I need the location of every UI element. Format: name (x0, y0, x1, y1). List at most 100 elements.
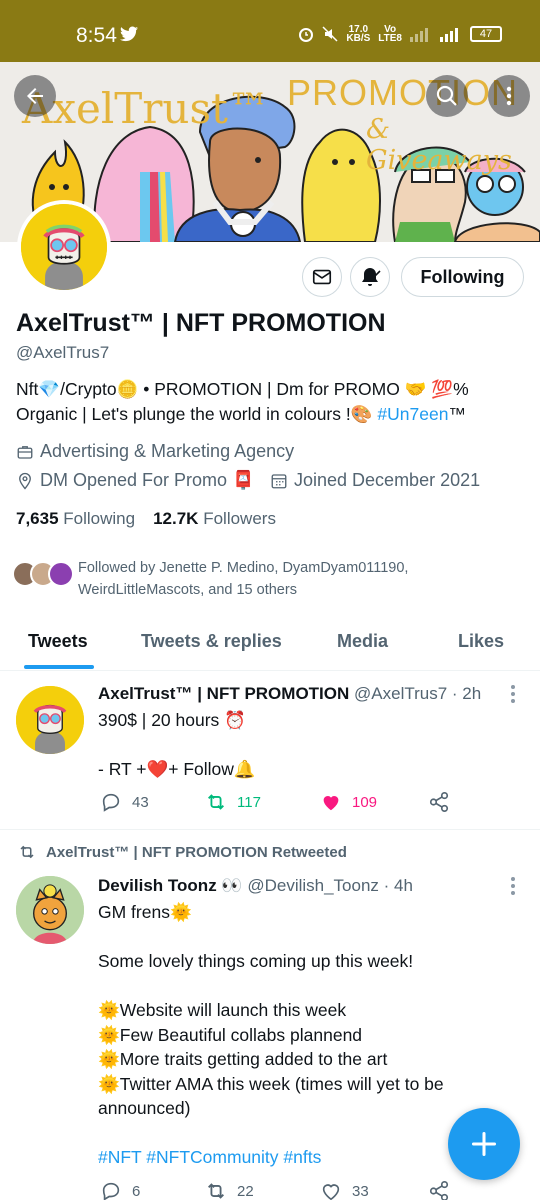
bio-tm: ™ (448, 404, 466, 424)
location-text: DM Opened For Promo 📮 (40, 470, 255, 490)
retweet-button[interactable]: 22 (205, 1180, 254, 1200)
following-count-link[interactable]: 7,635 Following (16, 509, 135, 529)
network-speed: 17.0 KB/S (346, 24, 371, 44)
follow-counts: 7,635 Following 12.7K Followers (16, 509, 276, 529)
retweet-icon (208, 1183, 224, 1199)
banner-logo-text: AxelTrust™ (22, 84, 270, 133)
tweet-divider (0, 829, 540, 830)
tweet-actions: 43 117 109 (98, 791, 468, 815)
search-button[interactable] (426, 75, 468, 117)
status-bar: 8:54 17.0 KB/S Vo LTE8 47 (0, 0, 540, 62)
mute-icon (322, 26, 338, 42)
twitter-bird-icon (120, 26, 138, 42)
profile-category: Advertising & Marketing Agency (16, 441, 294, 462)
tweet-line: - RT +❤️+ Follow🔔 (98, 759, 256, 779)
alarm-icon (299, 28, 314, 42)
tweet-author-avatar[interactable] (16, 686, 84, 754)
mail-icon (312, 269, 332, 285)
following-label: Following (63, 509, 136, 528)
tab-media[interactable]: Media (337, 631, 388, 652)
like-button[interactable]: 109 (320, 791, 377, 813)
tweet-author-meta: @Devilish_Toonz · 4h (247, 876, 413, 895)
compose-plus-icon (471, 1131, 497, 1157)
retweet-icon (20, 845, 34, 859)
more-vertical-icon[interactable] (510, 876, 516, 896)
tweet-line: Some lovely things coming up this week! (98, 951, 414, 971)
heart-icon (323, 796, 339, 811)
tweet-line: 🌞Website will launch this week (98, 1000, 347, 1020)
tab-tweets-replies[interactable]: Tweets & replies (141, 631, 282, 652)
back-arrow-icon (27, 88, 43, 104)
retweet-button[interactable]: 117 (205, 791, 261, 813)
message-button[interactable] (302, 257, 342, 297)
tweet-line: 🌞Few Beautiful collabs plannend (98, 1024, 363, 1045)
followers-count: 12.7K (153, 509, 199, 528)
tweet-text: 390$ | 20 hours ⏰ - RT +❤️+ Follow🔔 (98, 708, 518, 782)
more-vertical-icon[interactable] (510, 684, 516, 704)
profile-location: DM Opened For Promo 📮 (16, 470, 254, 491)
back-button[interactable] (14, 75, 56, 117)
status-time: 8:54 (76, 24, 117, 47)
tweet-author-meta: @AxelTrus7 · 2h (354, 684, 482, 703)
following-button[interactable]: Following (401, 257, 524, 297)
category-text: Advertising & Marketing Agency (40, 441, 295, 461)
reply-count: 43 (132, 793, 149, 811)
tab-tweets[interactable]: Tweets (28, 631, 88, 652)
retweet-label[interactable]: AxelTrust™ | NFT PROMOTION Retweeted (18, 843, 347, 861)
tweet-line: 🌞Twitter AMA this week (times will yet t… (98, 1073, 444, 1119)
more-options-button[interactable] (488, 75, 530, 117)
retweet-icon (208, 794, 224, 810)
following-count: 7,635 (16, 509, 59, 528)
retweet-count: 117 (237, 793, 261, 811)
tweet-author-name[interactable]: Devilish Toonz 👀 (98, 876, 243, 895)
retweet-label-text: AxelTrust™ | NFT PROMOTION Retweeted (46, 843, 347, 861)
profile-handle: @AxelTrus7 (16, 343, 110, 362)
followed-by-text: Followed by Jenette P. Medino, DyamDyam0… (78, 560, 409, 598)
tab-likes[interactable]: Likes (458, 631, 504, 652)
profile-bio: Nft💎/Crypto🪙 • PROMOTION | Dm for PROMO … (16, 377, 526, 427)
more-vertical-icon (506, 86, 512, 106)
avatar (48, 561, 74, 587)
like-button[interactable]: 33 (320, 1180, 369, 1200)
notifications-button[interactable] (350, 257, 390, 297)
avatar-image (21, 204, 107, 290)
signal-4g-icon (440, 28, 458, 42)
avatar-image (16, 876, 84, 944)
heart-icon (322, 1184, 340, 1200)
profile-display-name: AxelTrust™ | NFT PROMOTION (16, 309, 386, 337)
profile-avatar[interactable] (17, 200, 111, 294)
volte-indicator: Vo LTE8 (378, 24, 402, 44)
briefcase-icon (17, 445, 33, 459)
followers-label: Followers (203, 509, 276, 528)
status-icons: 17.0 KB/S Vo LTE8 47 (298, 24, 502, 44)
tweet-actions: 6 22 33 (98, 1180, 468, 1200)
followers-count-link[interactable]: 12.7K Followers (153, 509, 276, 529)
followed-by-avatars (12, 561, 74, 593)
bio-hashtag-link[interactable]: #Un7een (377, 404, 448, 424)
tweet-author-avatar[interactable] (16, 876, 84, 944)
tweet-line: GM frens🌞 (98, 902, 192, 922)
like-count: 33 (352, 1182, 369, 1200)
battery-indicator: 47 (470, 26, 502, 42)
tweet[interactable]: AxelTrust™ | NFT PROMOTION @AxelTrus7 · … (0, 672, 540, 832)
banner-giveaways-text: & Giveaways (366, 114, 512, 176)
share-button[interactable] (428, 1180, 450, 1200)
reply-icon (102, 1182, 120, 1200)
profile-joined: Joined December 2021 (270, 470, 480, 491)
tweet-line: 390$ | 20 hours ⏰ (98, 710, 246, 730)
calendar-icon (271, 473, 287, 488)
banner-promo-text: PROMOTION (287, 72, 518, 113)
reply-button[interactable]: 43 (100, 791, 149, 813)
tweet-author-name[interactable]: AxelTrust™ | NFT PROMOTION (98, 684, 349, 703)
search-icon (436, 85, 457, 106)
share-icon (429, 1181, 449, 1200)
tweet-header: AxelTrust™ | NFT PROMOTION @AxelTrus7 · … (98, 684, 481, 704)
share-button[interactable] (428, 791, 450, 813)
reply-count: 6 (132, 1182, 141, 1200)
compose-tweet-button[interactable] (448, 1108, 520, 1180)
bell-icon (362, 268, 381, 286)
followed-by[interactable]: Followed by Jenette P. Medino, DyamDyam0… (12, 557, 478, 601)
tweet-line: 🌞More traits getting added to the art (98, 1049, 388, 1069)
share-icon (429, 792, 449, 812)
reply-button[interactable]: 6 (100, 1180, 140, 1200)
